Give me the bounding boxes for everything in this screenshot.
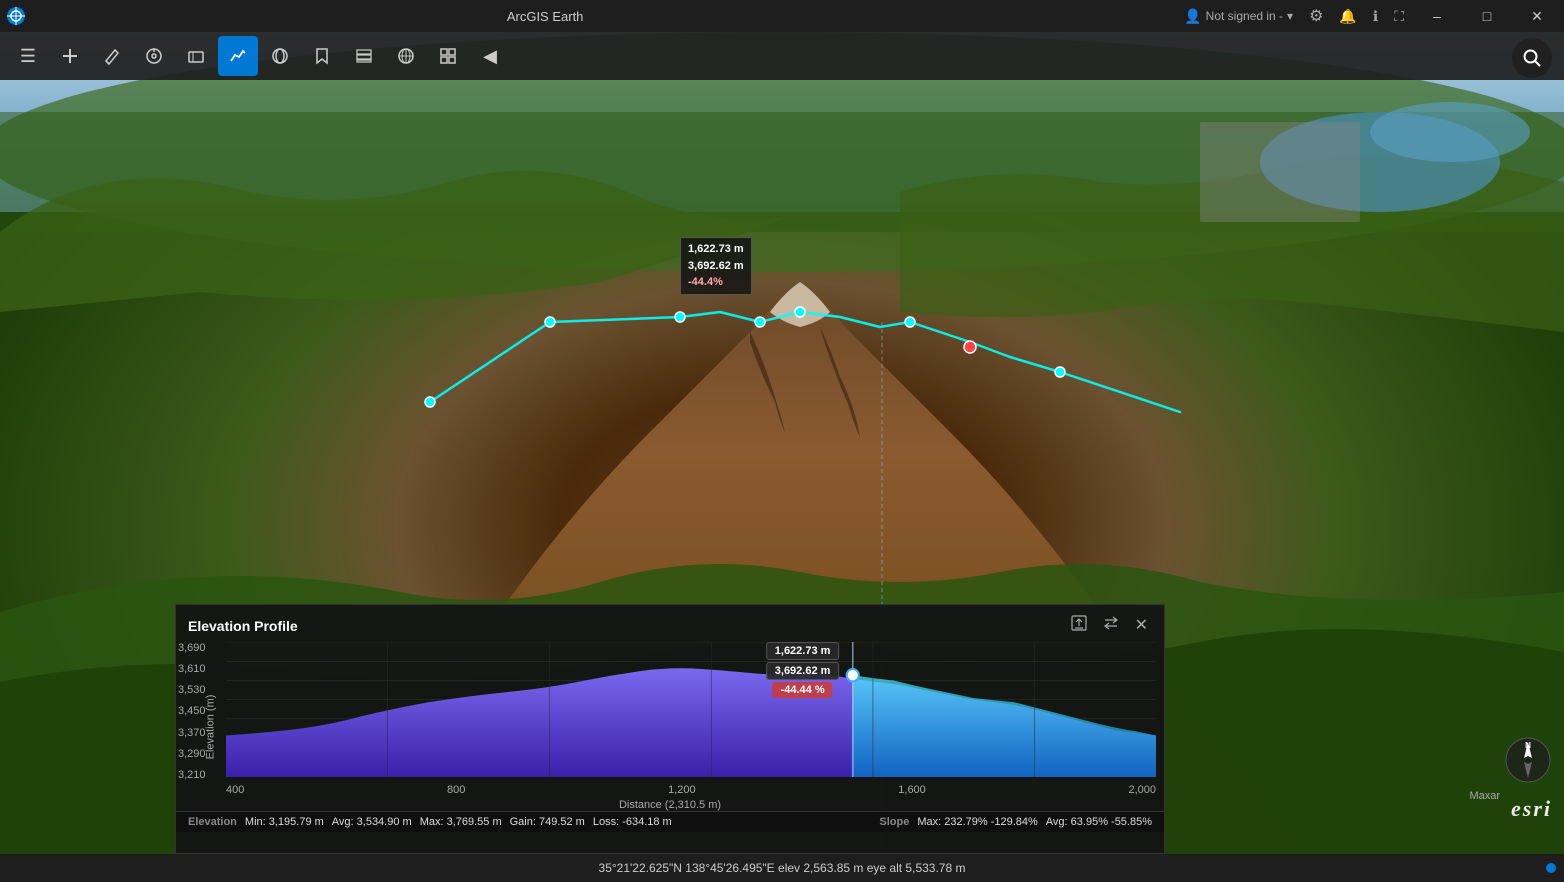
close-panel-btn[interactable]: ✕ (1131, 613, 1152, 638)
minimize-btn[interactable]: – (1414, 0, 1460, 32)
y-label-4: 3,450 (178, 705, 210, 717)
toolbar-add-btn[interactable] (50, 36, 90, 76)
slope-max: Max: 232.79% -129.84% (917, 816, 1037, 828)
notifications-btn[interactable]: 🔔 (1333, 6, 1362, 27)
compass[interactable]: N (1504, 736, 1552, 784)
elev-min: Min: 3,195.79 m (245, 816, 324, 828)
toolbar: ☰ (0, 32, 1564, 80)
toolbar-overlay-btn[interactable] (260, 36, 300, 76)
titlebar-right: 👤 Not signed in - ▾ ⚙ 🔔 ℹ ⛶ – □ ✕ (1178, 0, 1560, 32)
toolbar-measure-btn[interactable] (134, 36, 174, 76)
maxar-text: Maxar (1469, 790, 1500, 802)
close-btn[interactable]: ✕ (1514, 0, 1560, 32)
swap-btn[interactable] (1099, 613, 1123, 638)
elev-loss: Loss: -634.18 m (593, 816, 672, 828)
search-button[interactable] (1512, 38, 1552, 78)
elevation-panel: Elevation Profile ✕ Elevation (m) (175, 604, 1165, 854)
elevation-header-buttons: ✕ (1067, 613, 1152, 638)
toolbar-layers-btn[interactable] (344, 36, 384, 76)
x-label-5: 2,000 (1128, 784, 1156, 796)
fullscreen-btn[interactable]: ⛶ (1388, 6, 1410, 27)
y-label-3: 3,530 (178, 684, 210, 696)
toolbar-erase-btn[interactable] (176, 36, 216, 76)
app-title: ArcGIS Earth (0, 9, 1178, 24)
y-label-1: 3,690 (178, 642, 210, 654)
chart-wrapper: Elevation (m) 3,690 3,610 3,530 3,450 3,… (176, 642, 1164, 811)
elev-max: Max: 3,769.55 m (420, 816, 502, 828)
toolbar-sketch-btn[interactable] (92, 36, 132, 76)
toolbar-menu-btn[interactable]: ☰ (8, 36, 48, 76)
toolbar-globe-btn[interactable] (386, 36, 426, 76)
maximize-btn[interactable]: □ (1464, 0, 1510, 32)
info-btn[interactable]: ℹ (1367, 6, 1384, 27)
not-signed-in-btn[interactable]: 👤 Not signed in - ▾ (1178, 6, 1299, 27)
x-label-2: 800 (447, 784, 465, 796)
x-label-3: 1,200 (668, 784, 696, 796)
status-coordinates: 35°21'22.625"N 138°45'26.495"E elev 2,56… (599, 861, 966, 875)
esri-logo: esri (1511, 796, 1552, 822)
elevation-title: Elevation Profile (188, 618, 298, 634)
svg-text:N: N (1525, 741, 1531, 750)
stats-bar: Elevation Min: 3,195.79 m Avg: 3,534.90 … (176, 811, 1164, 832)
statusbar: 35°21'22.625"N 138°45'26.495"E elev 2,56… (0, 854, 1564, 882)
elevation-panel-header: Elevation Profile ✕ (176, 605, 1164, 642)
x-label-1: 400 (226, 784, 244, 796)
slope-avg: Avg: 63.95% -55.85% (1046, 816, 1152, 828)
elevation-stat-label: Elevation (188, 816, 237, 828)
x-label-4: 1,600 (898, 784, 926, 796)
toolbar-collapse-btn[interactable]: ◀ (470, 36, 510, 76)
y-label-6: 3,290 (178, 748, 210, 760)
elev-gain: Gain: 749.52 m (510, 816, 585, 828)
toolbar-grid-btn[interactable] (428, 36, 468, 76)
settings-btn[interactable]: ⚙ (1303, 4, 1329, 28)
status-indicator (1546, 863, 1556, 873)
y-label-7: 3,210 (178, 769, 210, 781)
slope-stat-label: Slope (879, 816, 909, 828)
y-axis-values: 3,690 3,610 3,530 3,450 3,370 3,290 3,21… (178, 642, 210, 781)
x-axis-label: Distance (2,310.5 m) (176, 799, 1164, 811)
elevation-chart-svg[interactable] (226, 642, 1156, 777)
toolbar-bookmark-btn[interactable] (302, 36, 342, 76)
titlebar: ArcGIS Earth 👤 Not signed in - ▾ ⚙ 🔔 ℹ ⛶… (0, 0, 1564, 32)
toolbar-elevation-btn[interactable] (218, 36, 258, 76)
elev-avg: Avg: 3,534.90 m (332, 816, 412, 828)
x-axis-labels: 400 800 1,200 1,600 2,000 (226, 784, 1156, 796)
chart-inner: 3,690 3,610 3,530 3,450 3,370 3,290 3,21… (226, 642, 1156, 797)
y-label-2: 3,610 (178, 663, 210, 675)
status-right (1546, 863, 1556, 873)
export-btn[interactable] (1067, 613, 1091, 638)
y-label-5: 3,370 (178, 727, 210, 739)
